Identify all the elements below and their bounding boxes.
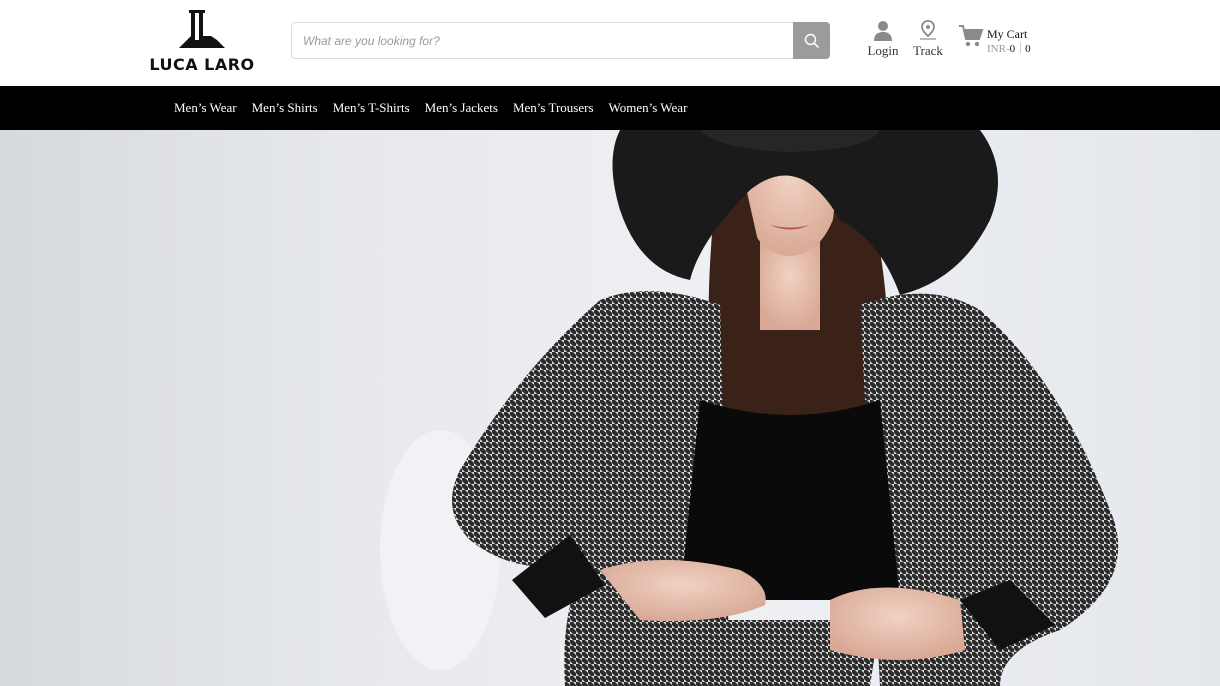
track-label: Track — [913, 43, 943, 58]
nav-item-mens-jackets[interactable]: Men’s Jackets — [425, 100, 498, 116]
user-icon — [874, 21, 892, 41]
location-pin-icon — [920, 20, 936, 40]
login-label: Login — [867, 43, 899, 58]
nav-item-mens-wear[interactable]: Men’s Wear — [174, 100, 237, 116]
search-bar — [291, 22, 830, 59]
nav-item-mens-trousers[interactable]: Men’s Trousers — [513, 100, 594, 116]
cart-link[interactable]: My Cart INR-0 0 — [958, 24, 1048, 60]
search-button[interactable] — [793, 22, 830, 59]
brand-logo[interactable]: LUCA LARO — [144, 10, 260, 76]
search-icon — [804, 33, 819, 48]
track-link[interactable]: Track — [906, 20, 950, 64]
nav-item-womens-wear[interactable]: Women’s Wear — [609, 100, 688, 116]
login-link[interactable]: Login — [861, 20, 905, 64]
cart-amount: 0 — [1009, 43, 1016, 55]
hero-banner[interactable] — [0, 130, 1220, 686]
main-nav: Men’s Wear Men’s Shirts Men’s T-Shirts M… — [0, 86, 1220, 130]
cart-title: My Cart — [987, 27, 1028, 41]
shopping-cart-icon — [959, 25, 984, 47]
cart-currency: INR — [987, 43, 1006, 55]
cart-summary: INR-0 0 — [987, 42, 1031, 55]
site-header: LUCA LARO Login Track — [0, 0, 1220, 86]
nav-list: Men’s Wear Men’s Shirts Men’s T-Shirts M… — [174, 86, 702, 130]
cart-divider — [1020, 42, 1022, 53]
nav-item-mens-t-shirts[interactable]: Men’s T-Shirts — [333, 100, 410, 116]
search-input[interactable] — [292, 23, 792, 58]
hero-model-image — [380, 130, 1119, 686]
cart-count: 0 — [1025, 43, 1031, 55]
brand-name: LUCA LARO — [149, 55, 255, 74]
logo-mark-icon — [179, 10, 225, 48]
nav-item-mens-shirts[interactable]: Men’s Shirts — [252, 100, 318, 116]
